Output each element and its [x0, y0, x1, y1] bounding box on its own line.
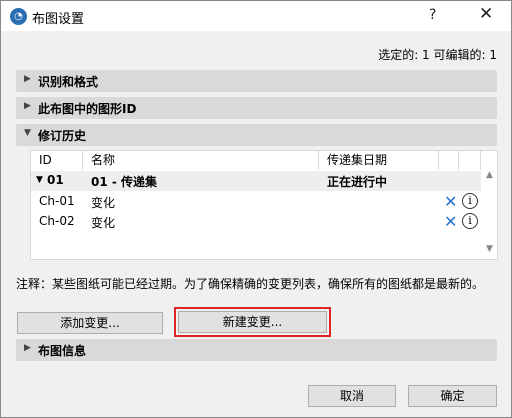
section-label: 修订历史	[38, 129, 87, 143]
row-id: Ch-01	[39, 194, 75, 208]
row-name: 变化	[91, 196, 116, 210]
ok-button[interactable]: 确定	[408, 385, 497, 407]
group-name: 01 - 传递集	[91, 175, 158, 189]
new-change-button[interactable]: 新建变更...	[178, 311, 327, 333]
info-icon[interactable]: i	[462, 213, 478, 229]
section-layout-info[interactable]: ▶ 布图信息	[16, 339, 497, 361]
delete-x-icon[interactable]: ✕	[444, 212, 457, 231]
column-header-id[interactable]: ID	[31, 151, 83, 170]
expand-arrow-icon: ▶	[24, 101, 31, 111]
section-label: 布图信息	[38, 344, 87, 358]
column-header-date[interactable]: 传递集日期	[319, 151, 439, 170]
window-title: 布图设置	[32, 12, 85, 27]
collapse-arrow-icon: ▼	[24, 128, 31, 138]
section-label: 此布图中的图形ID	[38, 102, 137, 116]
section-drawing-id[interactable]: ▶ 此布图中的图形ID	[16, 97, 497, 119]
section-revision-history[interactable]: ▼ 修订历史	[16, 124, 497, 146]
row-id: Ch-02	[39, 214, 75, 228]
table-row[interactable]: Ch-02 变化 ✕ i	[31, 212, 481, 232]
expand-arrow-icon: ▶	[24, 74, 31, 84]
section-label: 识别和格式	[38, 75, 99, 89]
scroll-down-icon[interactable]: ▼	[486, 244, 493, 254]
revision-table: ID 名称 传递集日期 ▼ 01 01 - 传递集 正在进行中 Ch-01 变化…	[30, 150, 498, 260]
group-status: 正在进行中	[327, 175, 388, 189]
delete-x-icon[interactable]: ✕	[444, 192, 457, 211]
info-icon[interactable]: i	[462, 193, 478, 209]
close-button[interactable]: ✕	[479, 4, 493, 24]
section-id-format[interactable]: ▶ 识别和格式	[16, 70, 497, 92]
table-row[interactable]: Ch-01 变化 ✕ i	[31, 192, 481, 212]
cancel-button[interactable]: 取消	[308, 385, 396, 407]
layout-settings-dialog: ◔ 布图设置 ? ✕ 选定的: 1 可编辑的: 1 ▶ 识别和格式 ▶ 此布图中…	[0, 0, 512, 418]
title-bar: ◔ 布图设置 ? ✕	[1, 1, 511, 31]
group-id: 01	[47, 173, 64, 187]
column-header-blank-2	[459, 151, 481, 170]
help-button[interactable]: ?	[429, 7, 436, 23]
selection-info: 选定的: 1 可编辑的: 1	[378, 48, 497, 62]
scroll-up-icon[interactable]: ▲	[486, 170, 493, 180]
row-name: 变化	[91, 216, 116, 230]
column-header-blank-1	[439, 151, 459, 170]
table-scrollbar[interactable]: ▲ ▼	[482, 170, 498, 260]
note-text: 注释：某些图纸可能已经过期。为了确保精确的变更列表，确保所有的图纸都是最新的。	[16, 277, 485, 291]
app-icon: ◔	[10, 8, 27, 25]
column-header-name[interactable]: 名称	[83, 151, 319, 170]
add-change-button[interactable]: 添加变更...	[17, 312, 163, 334]
table-group-row[interactable]: ▼ 01 01 - 传递集 正在进行中	[31, 171, 481, 191]
expand-arrow-icon: ▶	[24, 343, 31, 353]
